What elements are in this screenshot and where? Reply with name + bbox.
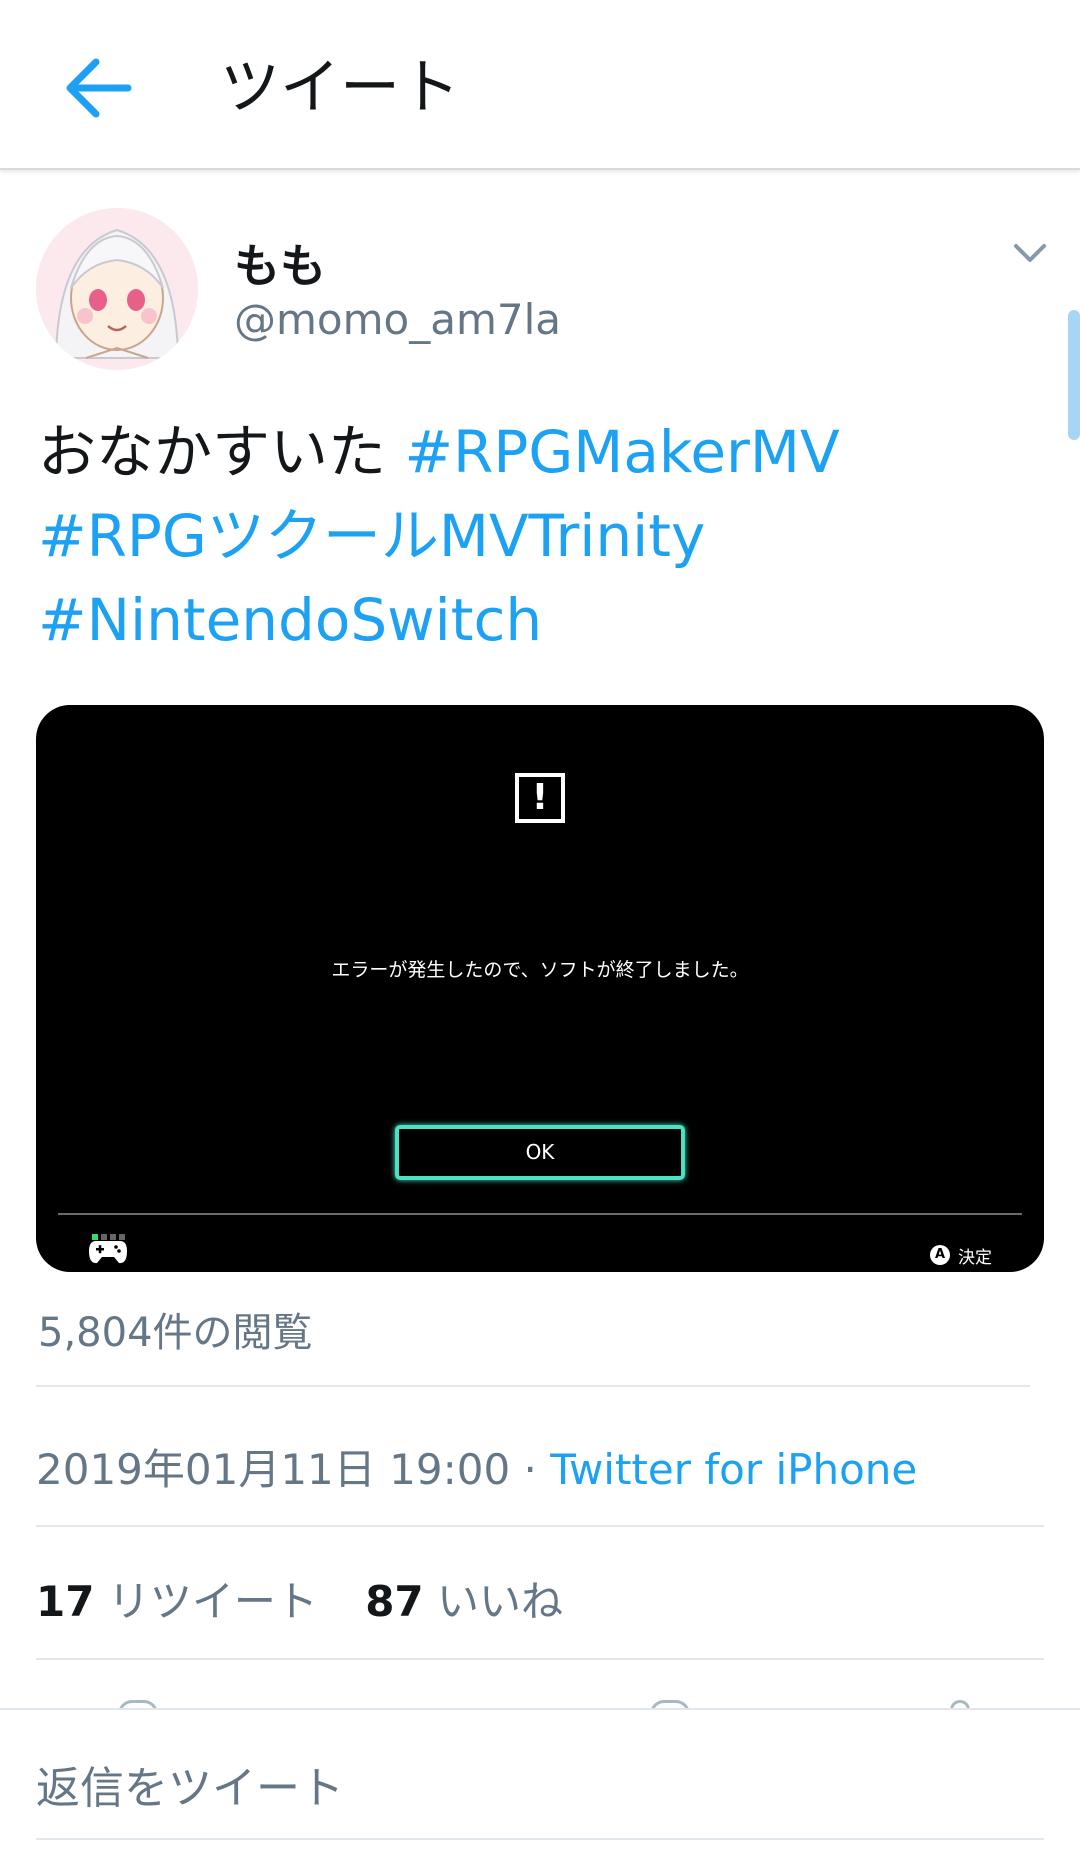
scrollbar[interactable] [1068,310,1080,440]
tweet-text: おなかすいた #RPGMakerMV #RPGツクールMVTrinity #Ni… [38,410,1048,662]
divider [36,1838,1044,1840]
tweet-media-image[interactable]: ! エラーが発生したので、ソフトが終了しました。 OK A 決定 [36,705,1044,1272]
avatar-image [36,208,198,370]
hashtag-link[interactable]: #RPGMakerMV [404,418,839,486]
view-count[interactable]: 5,804件の閲覧 [38,1300,313,1358]
tweet-timestamp: 2019年01月11日 19:00 [36,1445,511,1494]
divider [58,1213,1022,1215]
controller-icon [89,1241,127,1264]
app-header: ツイート [0,0,1080,170]
hashtag-link[interactable]: #NintendoSwitch [38,586,542,654]
ok-button: OK [395,1125,685,1180]
tweet-author: もも @momo_am7la [0,200,1080,380]
warning-icon: ! [515,773,565,823]
page-title: ツイート [220,53,460,123]
user-handle[interactable]: @momo_am7la [234,295,561,344]
divider [36,1525,1044,1527]
meta-separator: · [510,1445,551,1494]
a-button-icon: A [930,1245,950,1265]
retweet-count[interactable]: 17 リツイート [36,1577,318,1626]
divider [36,1658,1044,1660]
tweet-stats: 17 リツイート 87 いいね [36,1568,597,1629]
divider [36,1385,1030,1387]
hashtag-link[interactable]: #RPGツクールMVTrinity [38,502,705,570]
like-count[interactable]: 87 いいね [365,1577,563,1626]
display-name[interactable]: もも [234,230,326,296]
reply-bar: 返信をツイート [0,1708,1080,1849]
tweet-source-link[interactable]: Twitter for iPhone [550,1445,917,1494]
tweet-body: おなかすいた [38,418,387,486]
reply-input[interactable]: 返信をツイート [36,1752,1044,1814]
error-message: エラーが発生したので、ソフトが終了しました。 [331,959,749,981]
tweet-meta: 2019年01月11日 19:00 · Twitter for iPhone [36,1436,917,1497]
chevron-down-icon[interactable] [1010,238,1050,268]
arrow-left-icon[interactable] [58,48,138,128]
decide-label: 決定 [958,1248,992,1268]
avatar[interactable] [36,208,198,370]
